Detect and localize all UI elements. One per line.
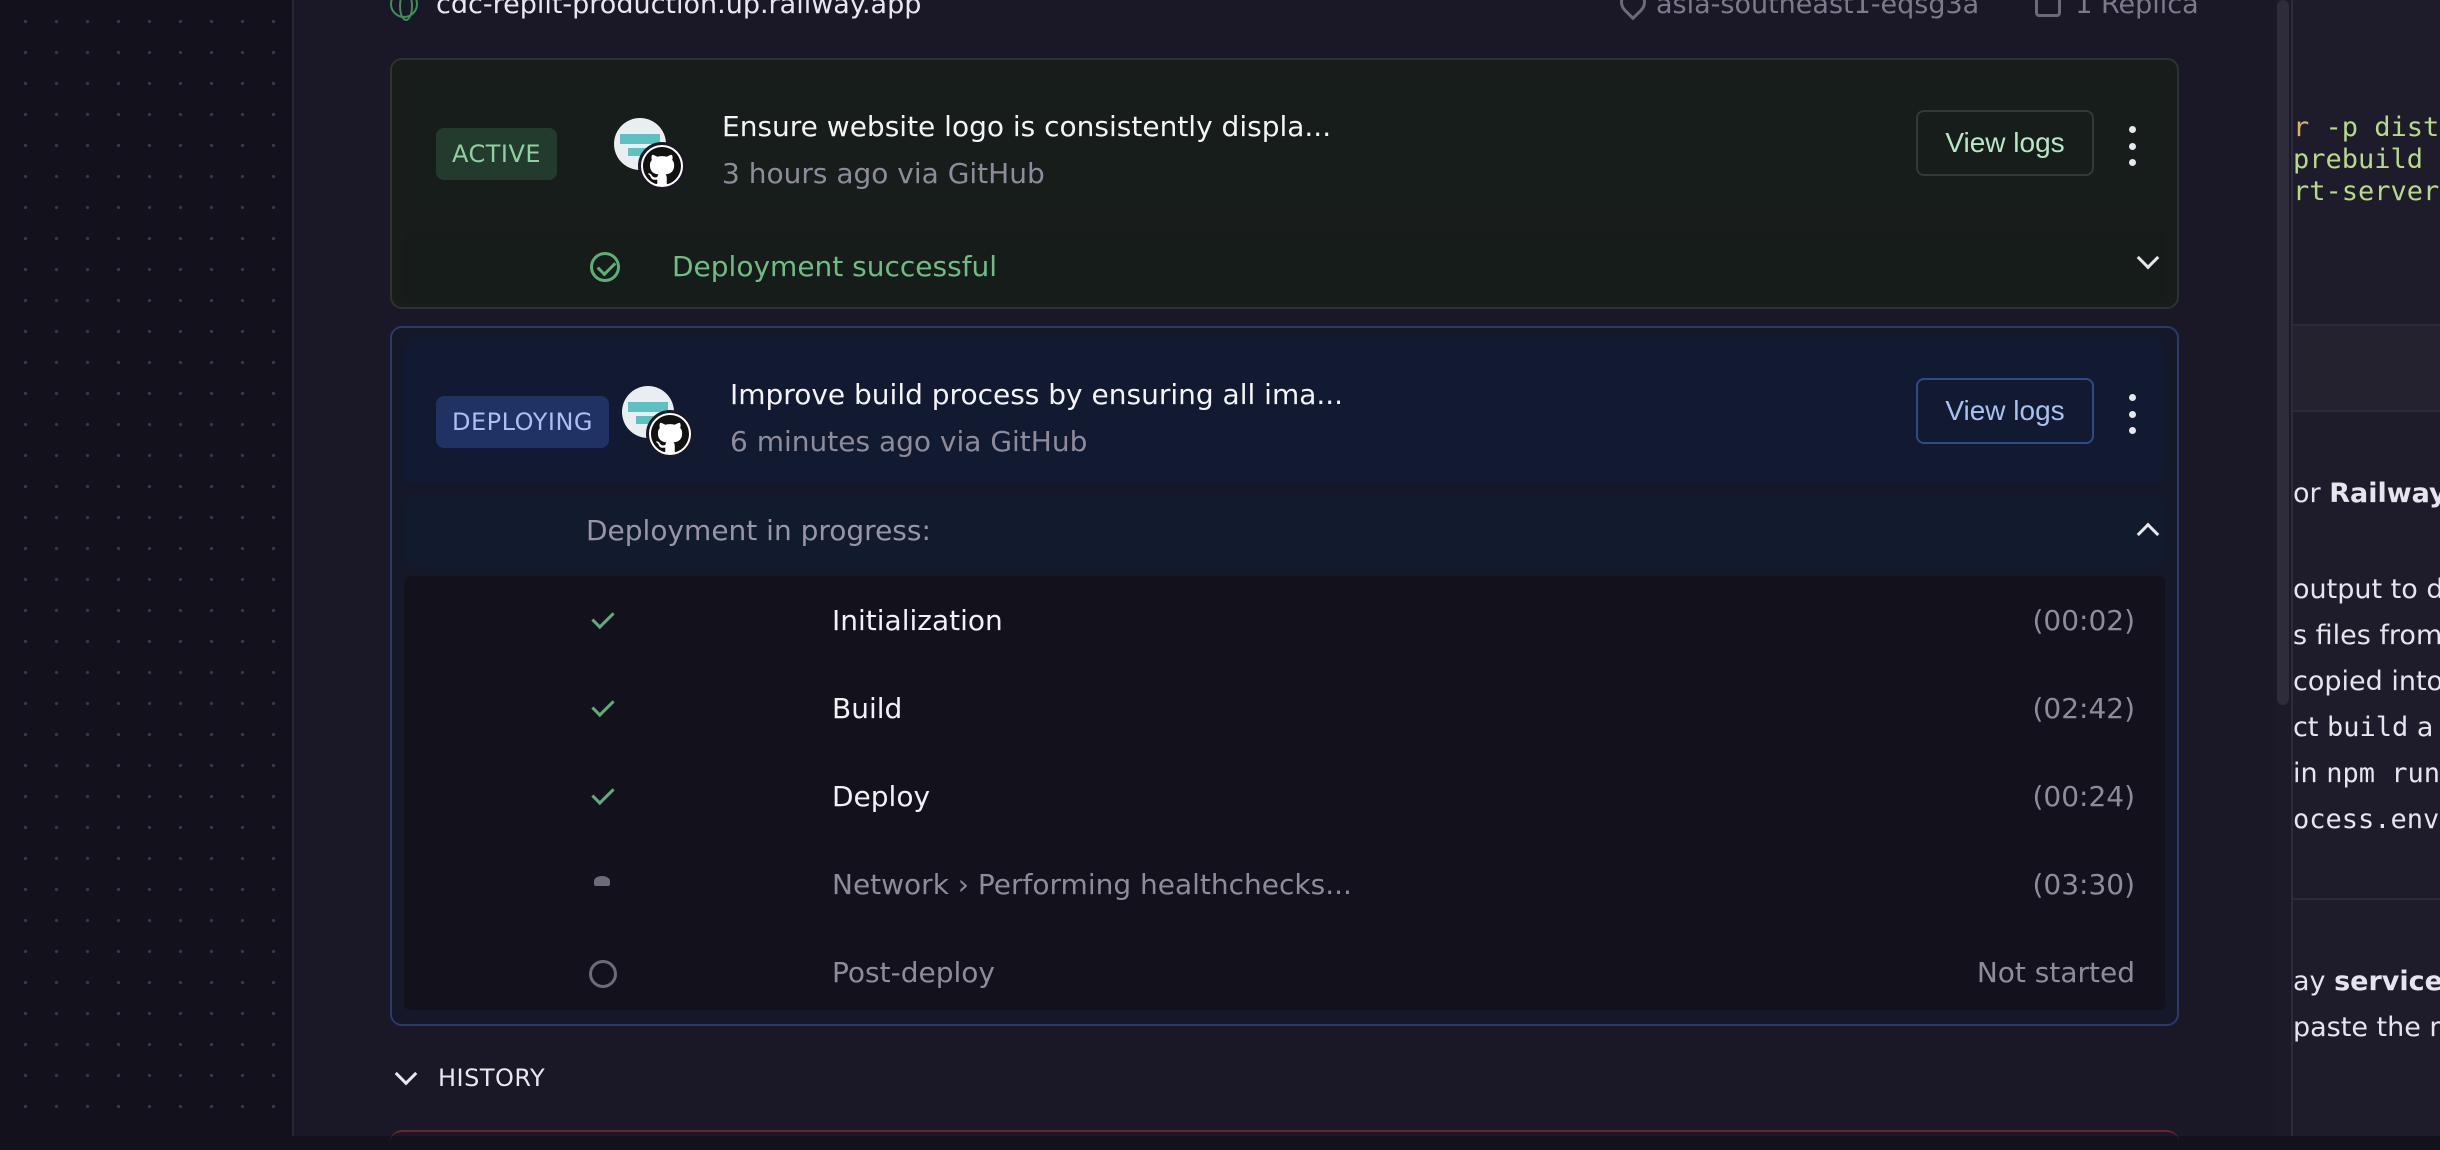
step-build: Build (02:42) [404, 674, 2165, 744]
doc-line: paste the m [2293, 1012, 2440, 1043]
check-icon [588, 694, 618, 724]
divider [2293, 898, 2440, 900]
globe-icon [390, 0, 418, 21]
scrollbar-thumb[interactable] [2277, 0, 2289, 705]
github-icon [646, 410, 694, 458]
step-duration: (03:30) [2032, 868, 2135, 901]
history-deployment-card[interactable] [390, 1130, 2179, 1150]
chevron-up-icon[interactable] [2136, 522, 2160, 546]
code-line: r -p dist/ [2293, 112, 2440, 143]
region-label: asia-southeast1-eqsg3a [1656, 0, 1980, 20]
service-meta-row: asia-southeast1-eqsg3a 1 Replica [1618, 0, 2199, 24]
right-side-pane: r -p dist/ prebuild rt-server or Railway… [2291, 0, 2440, 1136]
commit-avatar [614, 118, 694, 198]
status-badge-deploying: DEPLOYING [436, 396, 609, 448]
check-icon [588, 606, 618, 636]
replica-count: 1 Replica [2075, 0, 2199, 20]
history-label: HISTORY [438, 1064, 546, 1092]
service-domain-link[interactable]: cdc-replit-production.up.railway.app [436, 0, 921, 20]
step-label: Deploy [832, 780, 931, 813]
canvas-dotted-background [0, 0, 292, 1136]
commit-avatar [622, 386, 702, 466]
code-block [2293, 326, 2440, 412]
step-post-deploy: Post-deploy Not started [404, 938, 2165, 1008]
deployment-card-deploying: DEPLOYING Improve build process by ensur… [390, 326, 2179, 1026]
github-icon [638, 142, 686, 190]
view-logs-button[interactable]: View logs [1916, 378, 2094, 444]
step-label: Network › Performing healthchecks... [832, 868, 1352, 901]
check-icon [588, 782, 618, 812]
location-pin-icon [1618, 0, 1642, 19]
spinner-icon [588, 870, 618, 900]
deployment-card-header[interactable]: ACTIVE Ensure website logo is consistent… [404, 70, 2165, 216]
step-duration: (00:02) [2032, 604, 2135, 637]
deployment-status-text: Deployment successful [672, 250, 998, 283]
doc-line: ay service.js [2293, 966, 2440, 997]
deployment-progress-row[interactable]: Deployment in progress: [404, 496, 2165, 566]
circle-outline-icon [589, 960, 617, 988]
view-logs-button[interactable]: View logs [1916, 110, 2094, 176]
deployment-progress-label: Deployment in progress: [586, 514, 931, 547]
status-badge-active: ACTIVE [436, 128, 558, 180]
commit-message[interactable]: Improve build process by ensuring all im… [730, 378, 1343, 411]
more-options-icon[interactable] [2125, 394, 2139, 434]
divider [2293, 410, 2440, 412]
chevron-down-icon[interactable] [2136, 246, 2160, 270]
code-line: rt-server [2293, 176, 2440, 207]
commit-meta: 3 hours ago via GitHub [722, 157, 1045, 190]
service-domain-row[interactable]: cdc-replit-production.up.railway.app [390, 0, 921, 24]
step-label: Initialization [832, 604, 1003, 637]
commit-meta: 6 minutes ago via GitHub [730, 425, 1088, 458]
step-duration: Not started [1976, 956, 2135, 989]
doc-line: ct build a [2293, 712, 2434, 743]
step-network-healthchecks: Network › Performing healthchecks... (03… [404, 850, 2165, 920]
doc-line: ocess.env [2293, 804, 2440, 835]
chevron-down-icon [394, 1062, 418, 1086]
history-toggle[interactable]: HISTORY [394, 1062, 546, 1092]
commit-message[interactable]: Ensure website logo is consistently disp… [722, 110, 1331, 143]
doc-line: copied into [2293, 666, 2440, 697]
check-circle-icon [590, 252, 620, 282]
deployment-status-row[interactable]: Deployment successful [404, 232, 2165, 302]
doc-heading: or Railway [2293, 478, 2440, 509]
step-initialization: Initialization (00:02) [404, 586, 2165, 656]
deployment-steps-list: Initialization (00:02) Build (02:42) Dep… [404, 576, 2165, 1010]
code-line: prebuild [2293, 144, 2424, 175]
deployment-card-active: ACTIVE Ensure website logo is consistent… [390, 58, 2179, 309]
doc-line: in npm run [2293, 758, 2440, 789]
doc-line: s files from [2293, 620, 2440, 651]
step-duration: (00:24) [2032, 780, 2135, 813]
step-label: Post-deploy [832, 956, 995, 989]
step-label: Build [832, 692, 903, 725]
step-deploy: Deploy (00:24) [404, 762, 2165, 832]
doc-line: output to d [2293, 574, 2440, 605]
deployment-card-header[interactable]: DEPLOYING Improve build process by ensur… [404, 338, 2165, 484]
replica-icon [2035, 0, 2062, 17]
more-options-icon[interactable] [2125, 126, 2139, 166]
step-duration: (02:42) [2032, 692, 2135, 725]
